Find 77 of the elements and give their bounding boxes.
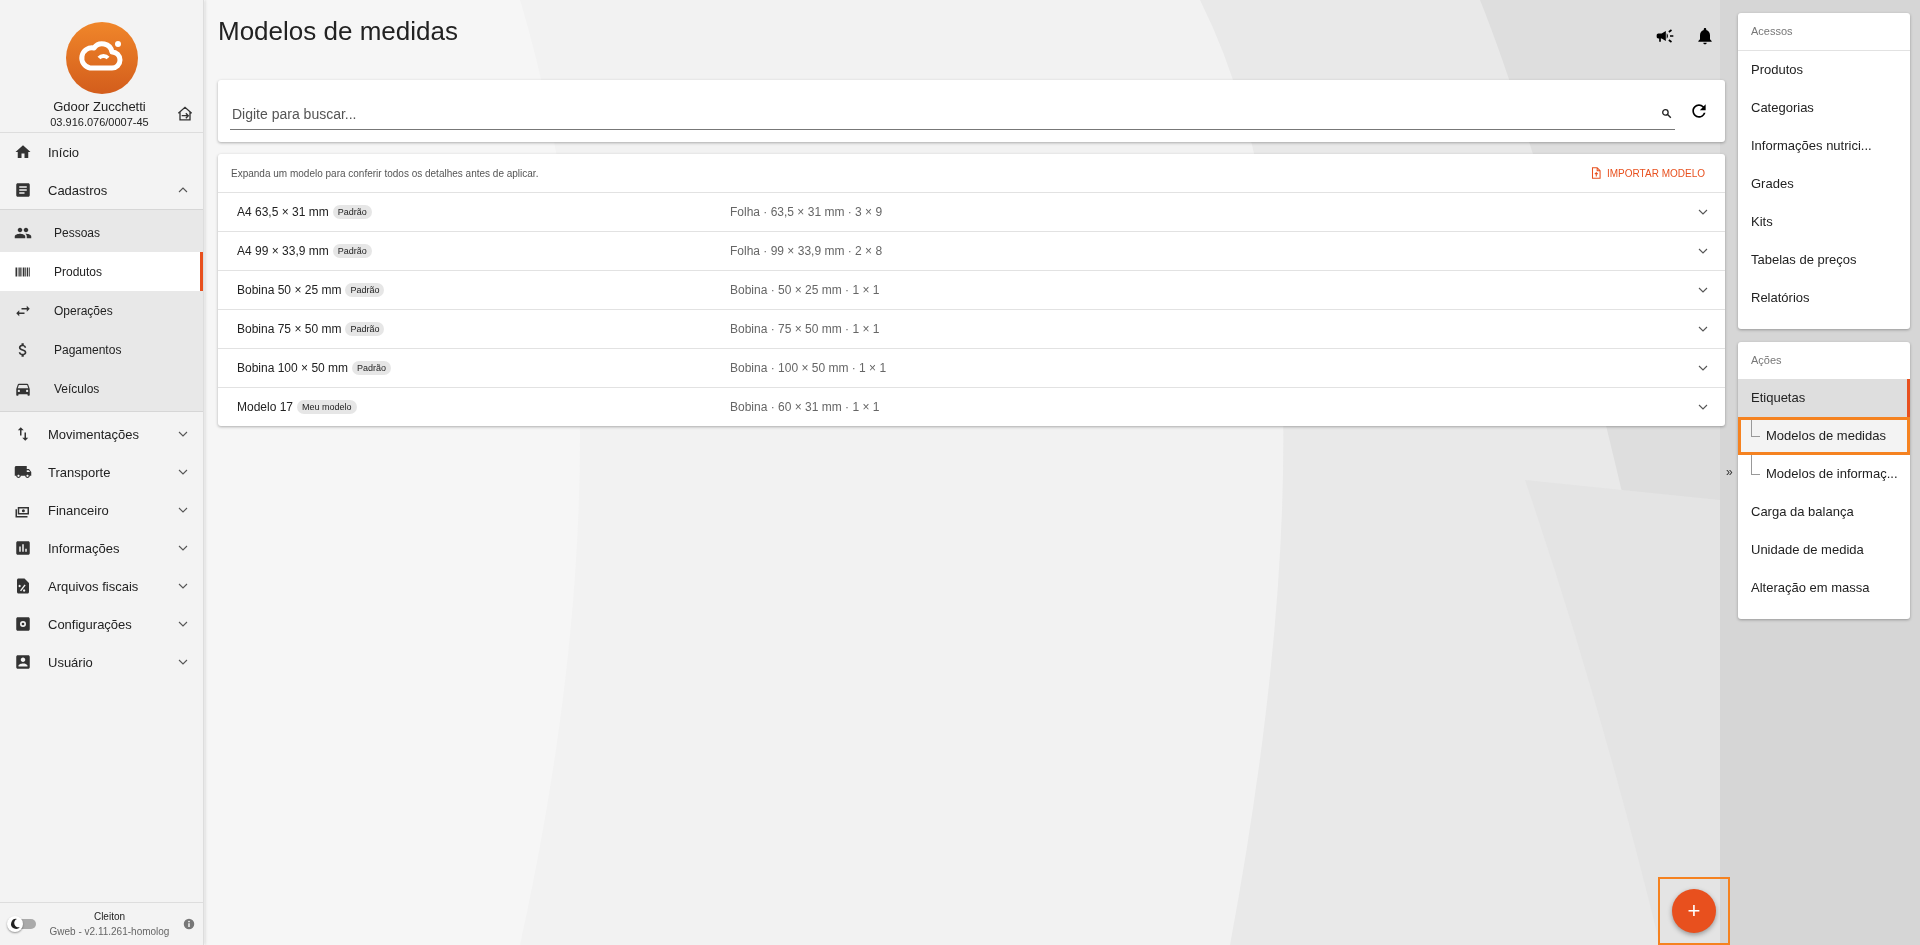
menu-item[interactable]: Início (0, 133, 203, 171)
model-name: A4 63,5 × 31 mm (237, 205, 329, 219)
panel-link[interactable]: Etiquetas (1738, 379, 1910, 417)
model-summary: Folha · 99 × 33,9 mm · 2 × 8 (730, 244, 884, 258)
menu-group[interactable]: Transporte (0, 453, 203, 491)
menu-item[interactable]: Veículos (0, 369, 203, 408)
panel-link[interactable]: Grades (1738, 165, 1910, 203)
file-upload-icon (1589, 166, 1603, 180)
search-field[interactable]: Digite para buscar... (230, 98, 1658, 130)
bar-chart-icon (14, 539, 32, 557)
home-icon (14, 143, 32, 161)
panel-link[interactable]: Relatórios (1738, 279, 1910, 317)
menu-item[interactable]: Pagamentos (0, 330, 203, 369)
info-icon[interactable] (183, 918, 195, 930)
model-row[interactable]: Bobina 100 × 50 mm Padrão Bobina · 100 × 50 mm · 1 × 1 (218, 349, 1725, 388)
panel-link[interactable]: Unidade de medida (1738, 531, 1910, 569)
model-row[interactable]: Bobina 50 × 25 mm Padrão Bobina · 50 × 25 mm · 1 × 1 (218, 271, 1725, 310)
section-title: Ações (1750, 353, 1783, 368)
refresh-icon (1689, 101, 1709, 121)
panel-sublink[interactable]: Modelos de medidas (1738, 417, 1910, 455)
theme-toggle[interactable] (10, 919, 36, 929)
model-row[interactable]: Modelo 17 Meu modelo Bobina · 60 × 31 mm · 1 × 1 (218, 388, 1725, 426)
model-summary: Bobina · 50 × 25 mm · 1 × 1 (730, 283, 881, 297)
collapse-button[interactable]: » (1726, 465, 1733, 479)
menu-group[interactable]: Informações (0, 529, 203, 567)
gear-icon (14, 615, 32, 633)
menu-item[interactable]: Pessoas (0, 213, 203, 252)
model-name: Bobina 50 × 25 mm (237, 283, 342, 297)
menu-item[interactable]: Produtos (0, 252, 203, 291)
menu-group[interactable]: Movimentações (0, 415, 203, 453)
model-name: Modelo 17 (237, 400, 294, 414)
import-button[interactable]: IMPORTAR MODELO (1587, 164, 1707, 182)
menu-item[interactable]: Operações (0, 291, 203, 330)
document-icon (14, 181, 32, 199)
model-tag: Padrão (352, 361, 392, 375)
panel-link[interactable]: Alteração em massa (1738, 569, 1910, 607)
panel-link[interactable]: Categorias (1738, 89, 1910, 127)
model-tag: Padrão (345, 283, 385, 297)
refresh-button[interactable] (1689, 101, 1709, 121)
panel-link[interactable]: Produtos (1738, 51, 1910, 89)
model-summary: Bobina · 100 × 50 mm · 1 × 1 (730, 361, 888, 375)
version-text: Gweb - v2.11.261-homolog (48, 926, 171, 937)
percent-file-icon (14, 577, 32, 595)
model-tag: Padrão (345, 322, 385, 336)
panel-link[interactable]: Carga da balança (1738, 493, 1910, 531)
model-tag: Padrão (332, 244, 372, 258)
model-row[interactable]: Bobina 75 × 50 mm Padrão Bobina · 75 × 50 mm · 1 × 1 (218, 310, 1725, 349)
search-icon[interactable] (1660, 107, 1673, 120)
menu-group[interactable]: Configurações (0, 605, 203, 643)
model-name: A4 99 × 33,9 mm (237, 244, 329, 258)
bell-icon[interactable] (1695, 26, 1715, 46)
user-name: Cleiton (92, 911, 127, 922)
search-bar[interactable]: Digite para buscar... (218, 80, 1725, 142)
panel-link[interactable]: Informações nutrici... (1738, 127, 1910, 165)
model-name: Bobina 75 × 50 mm (237, 322, 342, 336)
model-row[interactable]: A4 99 × 33,9 mm Padrão Folha · 99 × 33,9 mm · 2 × 8 (218, 232, 1725, 271)
company-name: Gdoor Zucchetti (52, 99, 147, 114)
page-title: Modelos de medidas (218, 16, 459, 47)
hint-text: Expanda um modelo para conferir todos os detalhes antes de aplicar. (231, 167, 539, 179)
menu-group[interactable]: Usuário (0, 643, 203, 681)
model-summary: Bobina · 60 × 31 mm · 1 × 1 (730, 400, 881, 414)
model-name: Bobina 100 × 50 mm (237, 361, 349, 375)
cloud-logo-icon (65, 22, 138, 94)
model-summary: Folha · 63,5 × 31 mm · 3 × 9 (730, 205, 884, 219)
truck-icon (14, 463, 32, 481)
menu-group[interactable]: Arquivos fiscais (0, 567, 203, 605)
section-title: Acessos (1738, 13, 1910, 51)
model-tag: Meu modelo (297, 400, 357, 414)
model-summary: Bobina · 75 × 50 mm · 1 × 1 (730, 322, 881, 336)
panel-link[interactable]: Kits (1738, 203, 1910, 241)
company-document: 03.916.076/0007-45 (49, 116, 150, 128)
panel-link[interactable]: Tabelas de preços (1738, 241, 1910, 279)
menu-group[interactable]: Financeiro (0, 491, 203, 529)
person-card-icon (14, 653, 32, 671)
menu-group[interactable]: Cadastros (0, 171, 203, 209)
model-tag: Padrão (332, 205, 372, 219)
model-row[interactable]: A4 63,5 × 31 mm Padrão Folha · 63,5 × 31 mm · 3 × 9 (218, 193, 1725, 232)
